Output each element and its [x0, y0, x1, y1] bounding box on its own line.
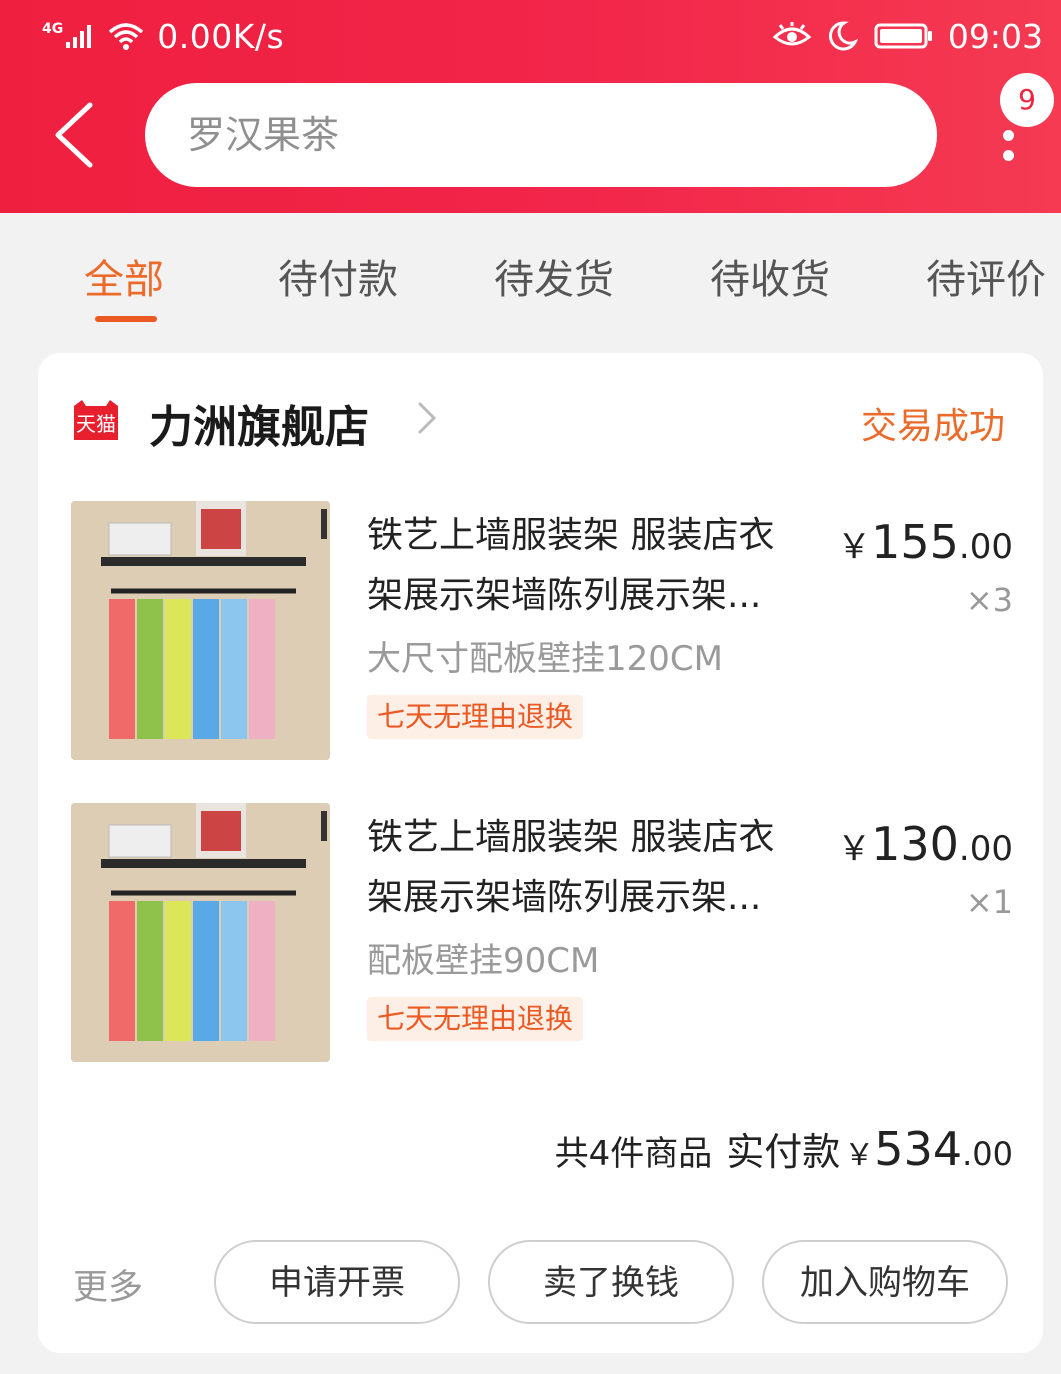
total-decimal: .00 [962, 1135, 1013, 1173]
price-decimal: .00 [958, 829, 1013, 869]
order-summary: 共4件商品 实付款 ￥ 534 .00 [555, 1121, 1013, 1176]
total-integer: 534 [874, 1122, 963, 1176]
product-image[interactable] [71, 803, 330, 1062]
clock: 09:03 [947, 16, 1043, 56]
back-button[interactable] [40, 95, 110, 175]
product-quantity: ×3 [965, 581, 1013, 619]
network-type: 4G [42, 21, 64, 37]
header: 4G 0.00K/s 09:03 罗汉果茶 9 [0, 0, 1061, 213]
price-currency: ￥ [837, 527, 872, 567]
product-title-line: 架展示架墙陈列展示架... [367, 877, 762, 918]
product-quantity: ×1 [965, 883, 1013, 921]
product-title-line: 架展示架墙陈列展示架... [367, 575, 762, 616]
order-item[interactable]: 铁艺上墙服装架 服装店衣 架展示架墙陈列展示架... 配板壁挂90CM 七天无理… [38, 803, 1043, 1063]
message-badge[interactable]: 9 [1000, 73, 1054, 127]
tab-all[interactable]: 全部 [84, 247, 164, 305]
shop-name[interactable]: 力洲旗舰店 [149, 391, 369, 455]
product-title-line: 铁艺上墙服装架 服装店衣 [367, 817, 775, 858]
eye-icon [772, 22, 812, 46]
more-actions-button[interactable]: 更多 [73, 1259, 143, 1310]
sell-for-cash-button[interactable]: 卖了换钱 [488, 1240, 734, 1324]
more-dot-icon [1003, 150, 1014, 161]
order-tabs: 全部 待付款 待发货 待收货 待评价 [0, 213, 1061, 333]
tab-pending-review[interactable]: 待评价 [926, 247, 1046, 305]
network-speed: 0.00K/s [157, 16, 285, 56]
total-currency: ￥ [844, 1138, 875, 1173]
more-dot-icon [1003, 130, 1014, 141]
tmall-logo-icon: 天猫 [72, 400, 120, 440]
tab-pending-receipt[interactable]: 待收货 [710, 247, 830, 305]
tab-pending-shipment[interactable]: 待发货 [494, 247, 614, 305]
order-status: 交易成功 [860, 406, 1005, 447]
tmall-badge-text: 天猫 [76, 412, 116, 436]
search-query: 罗汉果茶 [187, 113, 340, 157]
product-title[interactable]: 铁艺上墙服装架 服装店衣 架展示架墙陈列展示架... [367, 808, 822, 928]
item-count: 共4件商品 [554, 1134, 713, 1174]
product-sku: 大尺寸配板壁挂120CM [367, 639, 723, 679]
paid-label: 实付款 [726, 1130, 841, 1174]
moon-icon [828, 21, 858, 51]
status-right: 09:03 [772, 14, 1043, 58]
price-decimal: .00 [958, 527, 1013, 567]
battery-icon [874, 23, 932, 49]
price-currency: ￥ [837, 829, 872, 869]
wifi-icon [109, 23, 144, 50]
add-to-cart-button[interactable]: 加入购物车 [762, 1240, 1008, 1324]
return-policy-tag: 七天无理由退换 [367, 997, 584, 1041]
product-price: ￥130.00 [837, 817, 1013, 871]
price-integer: 130 [871, 817, 959, 871]
status-bar: 4G 0.00K/s 09:03 [0, 0, 1061, 72]
product-sku: 配板壁挂90CM [367, 941, 600, 981]
active-tab-indicator [95, 316, 157, 322]
chevron-left-icon [55, 102, 93, 168]
product-price: ￥155.00 [837, 515, 1013, 569]
product-image[interactable] [71, 501, 330, 760]
status-left: 4G 0.00K/s [42, 14, 284, 58]
product-title-line: 铁艺上墙服装架 服装店衣 [367, 515, 775, 556]
return-policy-tag: 七天无理由退换 [367, 695, 584, 739]
price-integer: 155 [871, 515, 959, 569]
product-title[interactable]: 铁艺上墙服装架 服装店衣 架展示架墙陈列展示架... [367, 506, 822, 626]
tab-pending-payment[interactable]: 待付款 [278, 247, 398, 305]
order-card[interactable]: 天猫 力洲旗舰店 交易成功 铁艺上墙服装架 服装店衣 架展示架墙陈列展示架...… [38, 353, 1043, 1353]
chevron-right-icon[interactable] [416, 401, 438, 435]
signal-icon [66, 25, 92, 48]
shop-header: 天猫 力洲旗舰店 交易成功 [38, 353, 1043, 483]
request-invoice-button[interactable]: 申请开票 [214, 1240, 460, 1324]
order-item[interactable]: 铁艺上墙服装架 服装店衣 架展示架墙陈列展示架... 大尺寸配板壁挂120CM … [38, 501, 1043, 761]
search-input[interactable]: 罗汉果茶 [145, 83, 937, 187]
